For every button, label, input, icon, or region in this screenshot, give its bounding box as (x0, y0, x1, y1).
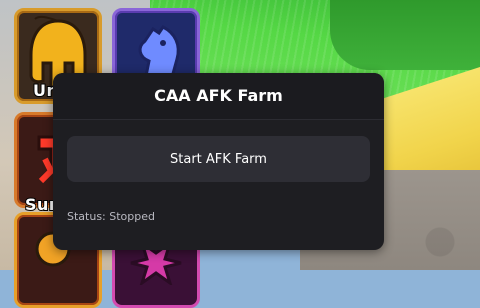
panel-title: CAA AFK Farm (154, 86, 283, 105)
start-afk-farm-button[interactable]: Start AFK Farm (67, 136, 370, 182)
afk-farm-panel: CAA AFK Farm Start AFK Farm Status: Stop… (53, 73, 384, 250)
status-text: Status: Stopped (67, 210, 155, 223)
